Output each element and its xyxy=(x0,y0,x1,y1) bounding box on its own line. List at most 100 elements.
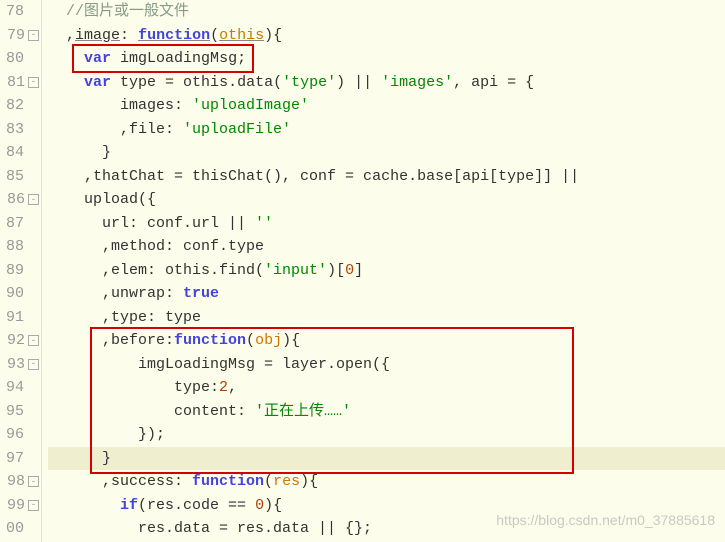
gutter-line: 81- xyxy=(4,71,39,95)
line-number: 81 xyxy=(5,71,25,95)
ident: content: xyxy=(174,403,255,420)
line-number: 79 xyxy=(5,24,25,48)
code-line[interactable]: var type = othis.data('type') || 'images… xyxy=(48,71,725,95)
fold-icon[interactable]: - xyxy=(28,77,39,88)
code-line[interactable]: ,method: conf.type xyxy=(48,235,725,259)
code-line[interactable]: ,before:function(obj){ xyxy=(48,329,725,353)
prop-image: image xyxy=(75,27,120,44)
fold-icon[interactable]: - xyxy=(28,359,39,370)
ident: }); xyxy=(138,426,165,443)
code-line[interactable]: url: conf.url || '' xyxy=(48,212,725,236)
fold-icon xyxy=(27,452,39,464)
code-line[interactable]: ,success: function(res){ xyxy=(48,470,725,494)
fold-icon xyxy=(27,6,39,18)
code-line[interactable]: } xyxy=(48,141,725,165)
line-number: 99 xyxy=(5,494,25,518)
fold-icon xyxy=(27,147,39,159)
string: 'images' xyxy=(381,74,453,91)
ident: ,success: xyxy=(102,473,192,490)
code-line[interactable]: type:2, xyxy=(48,376,725,400)
line-number: 93 xyxy=(5,353,25,377)
code-line[interactable]: var imgLoadingMsg; xyxy=(48,47,725,71)
code-line[interactable]: //图片或一般文件 xyxy=(48,0,725,24)
ident: (res.code == xyxy=(138,497,255,514)
code-line[interactable]: ,elem: othis.find('input')[0] xyxy=(48,259,725,283)
bool-true: true xyxy=(183,285,219,302)
gutter-line: 90 xyxy=(4,282,39,306)
string: 'type' xyxy=(282,74,336,91)
string: 'input' xyxy=(264,262,327,279)
ident: , api = { xyxy=(453,74,534,91)
gutter-line: 89 xyxy=(4,259,39,283)
fold-icon xyxy=(27,170,39,182)
ident: ,thatChat = thisChat(), conf = cache.bas… xyxy=(84,168,588,185)
code-line[interactable]: ,unwrap: true xyxy=(48,282,725,306)
line-number: 88 xyxy=(4,235,24,259)
fold-icon[interactable]: - xyxy=(28,476,39,487)
fold-icon xyxy=(27,288,39,300)
code-line[interactable]: upload({ xyxy=(48,188,725,212)
fold-icon xyxy=(27,311,39,323)
line-number: 84 xyxy=(4,141,24,165)
code-line[interactable]: if(res.code == 0){ xyxy=(48,494,725,518)
gutter-line: 92- xyxy=(4,329,39,353)
fold-icon xyxy=(27,53,39,65)
keyword-if: if xyxy=(120,497,138,514)
line-number: 91 xyxy=(4,306,24,330)
param-res: res xyxy=(273,473,300,490)
code-line[interactable]: } xyxy=(48,447,725,471)
line-number: 94 xyxy=(4,376,24,400)
code-line[interactable]: ,thatChat = thisChat(), conf = cache.bas… xyxy=(48,165,725,189)
line-number: 00 xyxy=(4,517,24,541)
ident: )[ xyxy=(327,262,345,279)
ident: ,file: xyxy=(120,121,183,138)
code-editor[interactable]: 7879-8081-8283848586-878889909192-93-949… xyxy=(0,0,725,542)
gutter-line: 96 xyxy=(4,423,39,447)
fold-icon[interactable]: - xyxy=(28,500,39,511)
ident: type: xyxy=(174,379,219,396)
fold-icon[interactable]: - xyxy=(28,30,39,41)
ident: ) || xyxy=(336,74,381,91)
line-number: 85 xyxy=(4,165,24,189)
number: 2 xyxy=(219,379,228,396)
ident: ,method: conf.type xyxy=(102,238,264,255)
code-line[interactable]: res.data = res.data || {}; xyxy=(48,517,725,541)
fold-icon[interactable]: - xyxy=(28,335,39,346)
number: 0 xyxy=(345,262,354,279)
comment: //图片或一般文件 xyxy=(66,3,189,20)
gutter-line: 97 xyxy=(4,447,39,471)
keyword-function: function xyxy=(174,332,246,349)
line-number: 97 xyxy=(4,447,24,471)
line-number: 96 xyxy=(4,423,24,447)
gutter-line: 98- xyxy=(4,470,39,494)
code-line[interactable]: ,image: function(othis){ xyxy=(48,24,725,48)
code-line[interactable]: content: '正在上传……' xyxy=(48,400,725,424)
ident: imgLoadingMsg; xyxy=(120,50,246,67)
gutter-line: 94 xyxy=(4,376,39,400)
code-line[interactable]: ,type: type xyxy=(48,306,725,330)
code-line[interactable]: imgLoadingMsg = layer.open({ xyxy=(48,353,725,377)
gutter-line: 78 xyxy=(4,0,39,24)
gutter-line: 99- xyxy=(4,494,39,518)
param-othis: othis xyxy=(219,27,264,44)
ident: upload({ xyxy=(84,191,156,208)
param-obj: obj xyxy=(255,332,282,349)
gutter-line: 91 xyxy=(4,306,39,330)
gutter-line: 85 xyxy=(4,165,39,189)
gutter-line: 86- xyxy=(4,188,39,212)
ident: url: conf.url || xyxy=(102,215,255,232)
code-line[interactable]: images: 'uploadImage' xyxy=(48,94,725,118)
keyword-var: var xyxy=(84,74,111,91)
line-number: 92 xyxy=(5,329,25,353)
fold-icon xyxy=(27,429,39,441)
ident: ,type: type xyxy=(102,309,201,326)
code-area[interactable]: //图片或一般文件 ,image: function(othis){ var i… xyxy=(42,0,725,542)
keyword-function: function xyxy=(138,27,210,44)
brace: } xyxy=(102,144,111,161)
gutter-line: 88 xyxy=(4,235,39,259)
fold-icon[interactable]: - xyxy=(28,194,39,205)
code-line[interactable]: }); xyxy=(48,423,725,447)
ident: images: xyxy=(120,97,192,114)
fold-icon xyxy=(27,241,39,253)
code-line[interactable]: ,file: 'uploadFile' xyxy=(48,118,725,142)
